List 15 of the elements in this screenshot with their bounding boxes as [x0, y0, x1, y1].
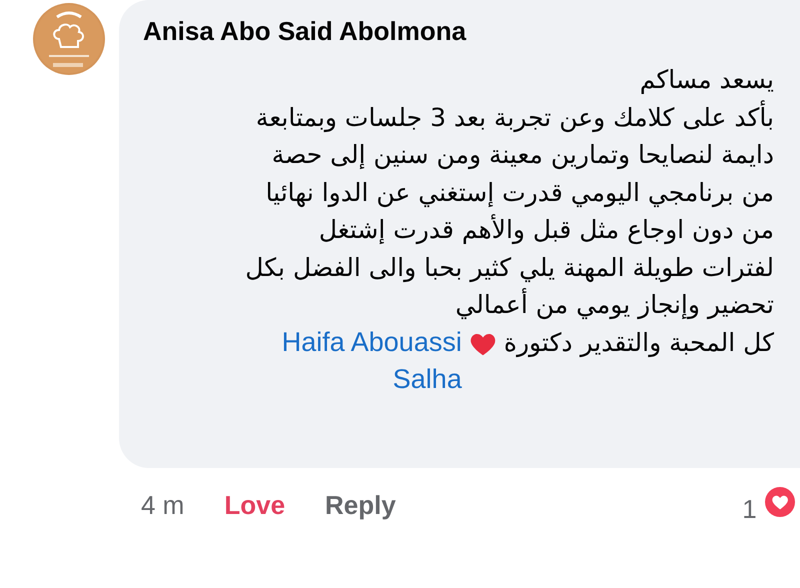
author-name[interactable]: Anisa Abo Said Abolmona — [143, 16, 774, 47]
comment-text-line: لفترات طويلة المهنة يلي كثير بحبا والى الفضل بكل — [244, 252, 774, 284]
comment-text-line: من دون اوجاع مثل قبل والأهم قدرت إشتغل — [318, 213, 774, 246]
mention-link[interactable]: Haifa Abouassi Salha — [222, 324, 462, 398]
comment-time[interactable]: 4 m — [141, 490, 184, 521]
comment-text-line: دايمة لنصايحا وتمارين معينة ومن سنين إلى حصة — [270, 139, 774, 172]
comment-text-line: من برنامجي اليومي قدرت إستغني عن الدوا نهائيا — [264, 176, 774, 210]
comment-text-line: كل المحبة والتقدير دكتورة — [504, 326, 774, 360]
comment-text-line: بأكد على كلامك وعن تجربة بعد 3 جلسات وبمتابعة — [143, 98, 774, 136]
heart-reaction-icon[interactable] — [764, 486, 796, 518]
comment-text-line: تحضير وإنجاز يومي من أعمالي — [454, 287, 774, 322]
love-link[interactable]: Love — [224, 490, 286, 521]
reply-link[interactable]: Reply — [325, 490, 396, 521]
comment-text-line: يسعد مساكم — [638, 64, 774, 96]
reaction-count: 1 — [742, 494, 757, 525]
